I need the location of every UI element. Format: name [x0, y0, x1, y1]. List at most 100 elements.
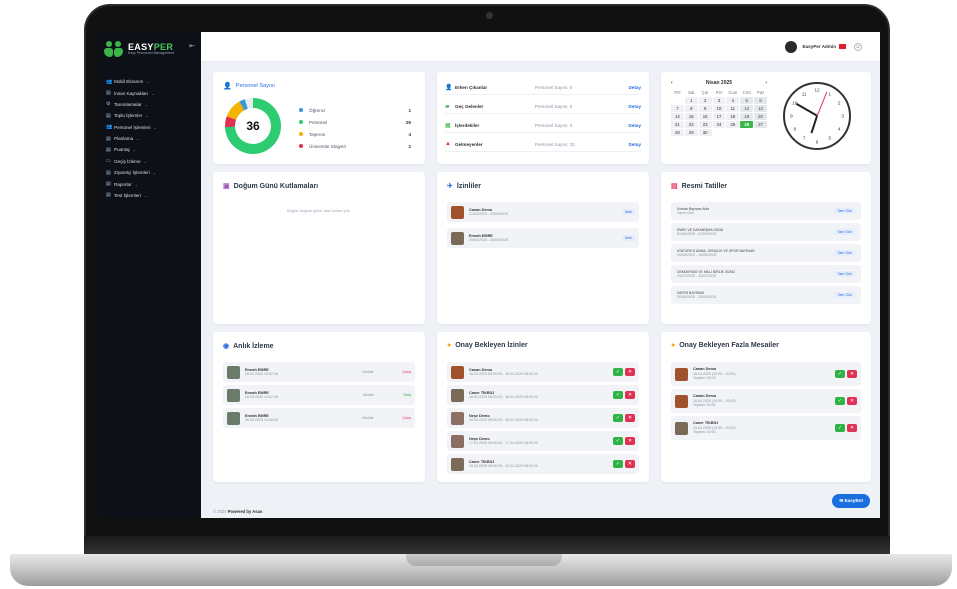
leave-date: 25/04/2025 - 28/04/2025 — [469, 238, 509, 243]
approve-button[interactable]: ✓ — [613, 391, 623, 399]
leave-item[interactable]: Emrah EMRE 25/04/2025 - 28/04/2025 İzinli — [447, 228, 639, 248]
legend-dot — [299, 132, 303, 136]
calendar-day[interactable]: 7 — [671, 105, 684, 112]
calendar-day[interactable]: 17 — [712, 113, 726, 120]
calendar-day[interactable]: 27 — [754, 121, 767, 128]
reject-button[interactable]: ✕ — [847, 424, 857, 432]
calendar-day[interactable]: 6 — [754, 97, 767, 104]
calendar-day[interactable]: 8 — [684, 105, 698, 112]
sidebar-item[interactable]: ▤ İnsan Kaynakları ⌄ — [98, 87, 201, 98]
pending-dot-icon: ● — [447, 342, 452, 349]
pending-date: 17.04.2025 08:00:00 - 17.04.2025 08:00:0… — [469, 441, 539, 446]
sidebar-item[interactable]: ▤ Raporlar ⌄ — [98, 178, 201, 189]
calendar-day[interactable]: 25 — [726, 121, 740, 128]
device-label: Mobile — [363, 393, 375, 397]
sidebar-item[interactable]: ▤ Puantaj ⌄ — [98, 144, 201, 155]
card-title: Doğum Günü Kutlamaları — [233, 182, 319, 190]
easybot-button[interactable]: ✉ EasyBot — [832, 494, 870, 508]
calendar-next-button[interactable]: › — [765, 80, 767, 86]
sidebar-item[interactable]: ▤ Ziyaretçi İşlemleri ⌄ — [98, 167, 201, 178]
reject-button[interactable]: ✕ — [847, 397, 857, 405]
sidebar-item[interactable]: ▤ Planlama ⌄ — [98, 133, 201, 144]
user-name[interactable]: EasyPer Admin — [802, 44, 836, 49]
calendar-day[interactable]: 28 — [671, 129, 684, 136]
file-icon: ▤ — [106, 181, 111, 188]
pending-overtime-item: Caner TİKBİLİ 15.04.2025 (19:00 - 20:00) T… — [671, 416, 861, 440]
approve-button[interactable]: ✓ — [613, 414, 623, 422]
sidebar-collapse-icon[interactable]: ⇤ — [189, 42, 195, 50]
reject-button[interactable]: ✕ — [625, 460, 635, 468]
card-title: Onay Bekleyen Fazla Mesailer — [679, 342, 779, 349]
holiday-date: Yarım Gün — [677, 210, 695, 215]
sidebar-item[interactable]: ▤ Toplu İşlemler ⌄ — [98, 110, 201, 121]
language-flag-icon[interactable] — [839, 44, 846, 49]
sidebar-item[interactable]: 👥 Personel İşlemleri ⌄ — [98, 122, 201, 133]
reject-button[interactable]: ✕ — [625, 437, 635, 445]
calendar-day[interactable]: 1 — [684, 97, 698, 104]
calendar-day[interactable]: 19 — [740, 113, 754, 120]
calendar-prev-button[interactable]: ‹ — [671, 80, 673, 86]
legend-item: Öğrenci 1 — [299, 104, 411, 116]
logout-icon[interactable]: ⏻ — [854, 42, 862, 51]
calendar-day[interactable]: 29 — [684, 129, 698, 136]
reject-button[interactable]: ✕ — [625, 414, 635, 422]
sidebar-item[interactable]: ▤ Test İşlemleri ⌄ — [98, 190, 201, 201]
approve-button[interactable]: ✓ — [613, 437, 623, 445]
calendar-day-name: Cum — [728, 90, 738, 95]
detail-link[interactable]: Detay — [628, 123, 641, 128]
sidebar-nav: 👥 Mobil Ekranım ⌄ ▤ İnsan Kaynakları ⌄ ⚙ Tanıml… — [98, 76, 201, 201]
cake-icon: ▣ — [223, 183, 230, 190]
calendar-day[interactable]: 3 — [712, 97, 726, 104]
calendar-day[interactable]: 12 — [740, 105, 754, 112]
approve-button[interactable]: ✓ — [613, 460, 623, 468]
logo[interactable]: EASYPER Easy Personnel Management — [98, 38, 201, 60]
calendar-day[interactable]: 9 — [698, 105, 712, 112]
calendar-day[interactable]: 22 — [684, 121, 698, 128]
live-item[interactable]: Emrah EMRE 26.04.2025 14:57:08 Mobile Giriş — [223, 385, 415, 405]
approve-button[interactable]: ✓ — [613, 368, 623, 376]
clock-number: 2 — [837, 100, 841, 106]
calendar-day[interactable]: 10 — [712, 105, 726, 112]
approve-button[interactable]: ✓ — [835, 397, 845, 405]
status-label: Geç Gelenler — [455, 103, 484, 109]
clock-number: 8 — [793, 126, 797, 132]
calendar-day[interactable]: 15 — [684, 113, 698, 120]
reject-button[interactable]: ✕ — [625, 368, 635, 376]
live-item[interactable]: Emrah EMRE 26.04.2025 14:57:16 Mobile Çıkış — [223, 362, 415, 382]
reject-button[interactable]: ✕ — [625, 391, 635, 399]
calendar-day[interactable]: 5 — [740, 97, 754, 104]
calendar-day[interactable]: 2 — [698, 97, 712, 104]
calendar-day[interactable]: 13 — [754, 105, 767, 112]
leave-item[interactable]: Canan Demo 21/04/2025 - 29/04/2025 İzinli — [447, 202, 639, 222]
calendar-icon: ▤ — [671, 183, 678, 190]
calendar-day[interactable]: 18 — [726, 113, 740, 120]
plane-icon: ✈ — [447, 183, 453, 190]
calendar-day[interactable]: 20 — [754, 113, 767, 120]
sidebar-item[interactable]: ▭ Geçiş İzleme ⌄ — [98, 156, 201, 167]
status-count: Personel Sayısı: 3 — [535, 122, 573, 128]
calendar-day[interactable]: 11 — [726, 105, 740, 112]
calendar-day[interactable]: 26 — [740, 121, 754, 128]
detail-link[interactable]: Detay — [628, 104, 641, 109]
calendar-day[interactable]: 14 — [671, 113, 684, 120]
sidebar-item[interactable]: ⚙ Tanımlamalar ⌄ — [98, 99, 201, 110]
calendar-day[interactable]: 24 — [712, 121, 726, 128]
calendar-day[interactable]: 23 — [698, 121, 712, 128]
calendar-day[interactable]: 21 — [671, 121, 684, 128]
detail-link[interactable]: Detay — [628, 85, 641, 90]
calendar-day[interactable]: 16 — [698, 113, 712, 120]
detail-link[interactable]: Detay — [628, 142, 641, 147]
calendar-day[interactable]: 30 — [698, 129, 712, 136]
file-icon: ▤ — [106, 135, 111, 142]
approve-button[interactable]: ✓ — [835, 370, 845, 378]
file-icon: ▤ — [106, 112, 111, 119]
approve-button[interactable]: ✓ — [835, 424, 845, 432]
chevron-down-icon: ⌄ — [151, 90, 155, 96]
reject-button[interactable]: ✕ — [847, 370, 857, 378]
calendar-day[interactable]: 4 — [726, 97, 740, 104]
user-avatar[interactable] — [785, 40, 798, 53]
holiday-info: Kurban Bayramı Arife Yarım Gün — [677, 207, 834, 215]
avatar — [451, 205, 464, 219]
live-item[interactable]: Emrah EMRE 26.04.2025 14:56:53 Mobile Çıkış — [223, 408, 415, 428]
sidebar-item[interactable]: 👥 Mobil Ekranım ⌄ — [98, 76, 201, 87]
